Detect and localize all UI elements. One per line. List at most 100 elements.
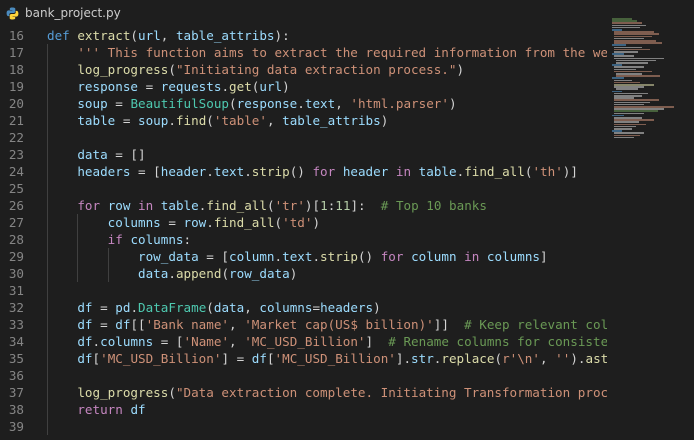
code-line: log_progress("Initiating data extraction…: [47, 61, 464, 78]
code-line: data.append(row_data): [47, 265, 297, 282]
code-token: ,: [229, 334, 245, 349]
line-number: 20: [8, 96, 24, 111]
code-token: ): [289, 266, 298, 281]
code-token: table: [77, 113, 116, 128]
line-number: 19: [8, 79, 24, 94]
code-line: return df: [47, 401, 146, 418]
code-token: =: [312, 300, 321, 315]
code-token: 'html.parser': [350, 96, 449, 111]
code-token: find_all: [213, 215, 275, 230]
code-token: df: [115, 317, 131, 332]
code-token: text: [213, 164, 245, 179]
code-token: "Data extraction complete. Initiating Tr…: [175, 385, 607, 400]
code-token: column: [229, 249, 275, 264]
code-token: for: [312, 164, 336, 179]
code-token: data: [138, 266, 169, 281]
code-line: df['MC_USD_Billion'] = df['MC_USD_Billio…: [47, 350, 607, 367]
code-token: '': [555, 351, 571, 366]
code-token: columns: [130, 232, 184, 247]
code-token: data: [77, 147, 108, 162]
code-token: .: [168, 266, 176, 281]
minimap[interactable]: [612, 18, 682, 143]
code-token: in: [138, 198, 154, 213]
code-token: soup: [138, 113, 169, 128]
code-token: ast: [585, 351, 608, 366]
line-number: 21: [8, 113, 24, 128]
code-line: ''' This function aims to extract the re…: [47, 44, 607, 61]
code-token: .: [274, 249, 283, 264]
code-token: ,: [244, 300, 260, 315]
code-token: =: [107, 96, 131, 111]
code-token: (: [221, 266, 230, 281]
code-token: text: [304, 96, 336, 111]
code-token: [: [92, 351, 101, 366]
code-token: 11: [335, 198, 351, 213]
code-token: 'tr': [274, 198, 305, 213]
code-token: (: [494, 351, 503, 366]
line-number: 24: [8, 164, 24, 179]
code-token: # Top 10 banks: [380, 198, 487, 213]
line-number: 28: [8, 232, 24, 247]
code-token: ,: [266, 113, 283, 128]
line-number: 39: [8, 419, 24, 434]
tab-label: bank_project.py: [25, 6, 121, 20]
code-token: .: [244, 164, 252, 179]
code-token: ): [312, 215, 321, 230]
code-token: str: [411, 351, 434, 366]
code-token: ]: [365, 334, 389, 349]
code-token: return: [77, 402, 123, 417]
code-area[interactable]: def extract(url, table_attribs): ''' Thi…: [47, 26, 607, 440]
code-token: replace: [441, 351, 495, 366]
code-token: ): [380, 113, 389, 128]
code-token: requests: [160, 79, 222, 94]
code-token: table: [160, 198, 199, 213]
line-number: 31: [8, 283, 24, 298]
line-number: 18: [8, 62, 24, 77]
code-token: get: [229, 79, 252, 94]
code-token: )]: [562, 164, 578, 179]
code-token: table_attribs: [282, 113, 381, 128]
code-token: extract: [77, 28, 131, 43]
code-token: if: [107, 232, 123, 247]
code-line: columns = row.find_all('td'): [47, 214, 320, 231]
code-line: table = soup.find('table', table_attribs…: [47, 112, 388, 129]
code-token: ]]: [433, 317, 465, 332]
code-token: 'td': [282, 215, 313, 230]
line-number: 38: [8, 402, 24, 417]
code-token: strip: [251, 164, 290, 179]
code-token: # Keep relevant col: [464, 317, 607, 332]
code-token: url: [138, 28, 161, 43]
code-token: 'MC_USD_Billion': [274, 351, 396, 366]
code-token: row_data: [229, 266, 290, 281]
code-token: [[: [130, 317, 146, 332]
tab-bank-project[interactable]: bank_project.py: [0, 0, 132, 26]
code-token: (: [168, 62, 176, 77]
code-token: .: [206, 164, 214, 179]
code-token: table: [418, 164, 457, 179]
code-token: [: [266, 351, 275, 366]
code-token: 'th': [532, 164, 563, 179]
line-number: 34: [8, 334, 24, 349]
code-token: 'MC_USD_Billion': [100, 351, 222, 366]
line-number: 23: [8, 147, 24, 162]
vertical-scrollbar[interactable]: [684, 26, 694, 440]
code-line: if columns:: [47, 231, 191, 248]
code-token: df: [77, 334, 93, 349]
code-token: DataFrame: [138, 300, 207, 315]
code-token: 'table': [213, 113, 267, 128]
code-token: find: [175, 113, 207, 128]
code-token: ).: [570, 351, 586, 366]
code-token: ] =: [221, 351, 252, 366]
code-token: BeautifulSoup: [130, 96, 230, 111]
code-token: )[: [304, 198, 321, 213]
code-token: ): [448, 96, 457, 111]
indent-guide: [77, 214, 79, 282]
code-token: headers: [77, 164, 131, 179]
python-file-icon: [6, 7, 19, 20]
code-token: =: [160, 215, 184, 230]
code-line: df = df[['Bank name', 'Market cap(US$ bi…: [47, 316, 607, 333]
code-token: df: [130, 402, 146, 417]
code-token: (: [274, 215, 283, 230]
